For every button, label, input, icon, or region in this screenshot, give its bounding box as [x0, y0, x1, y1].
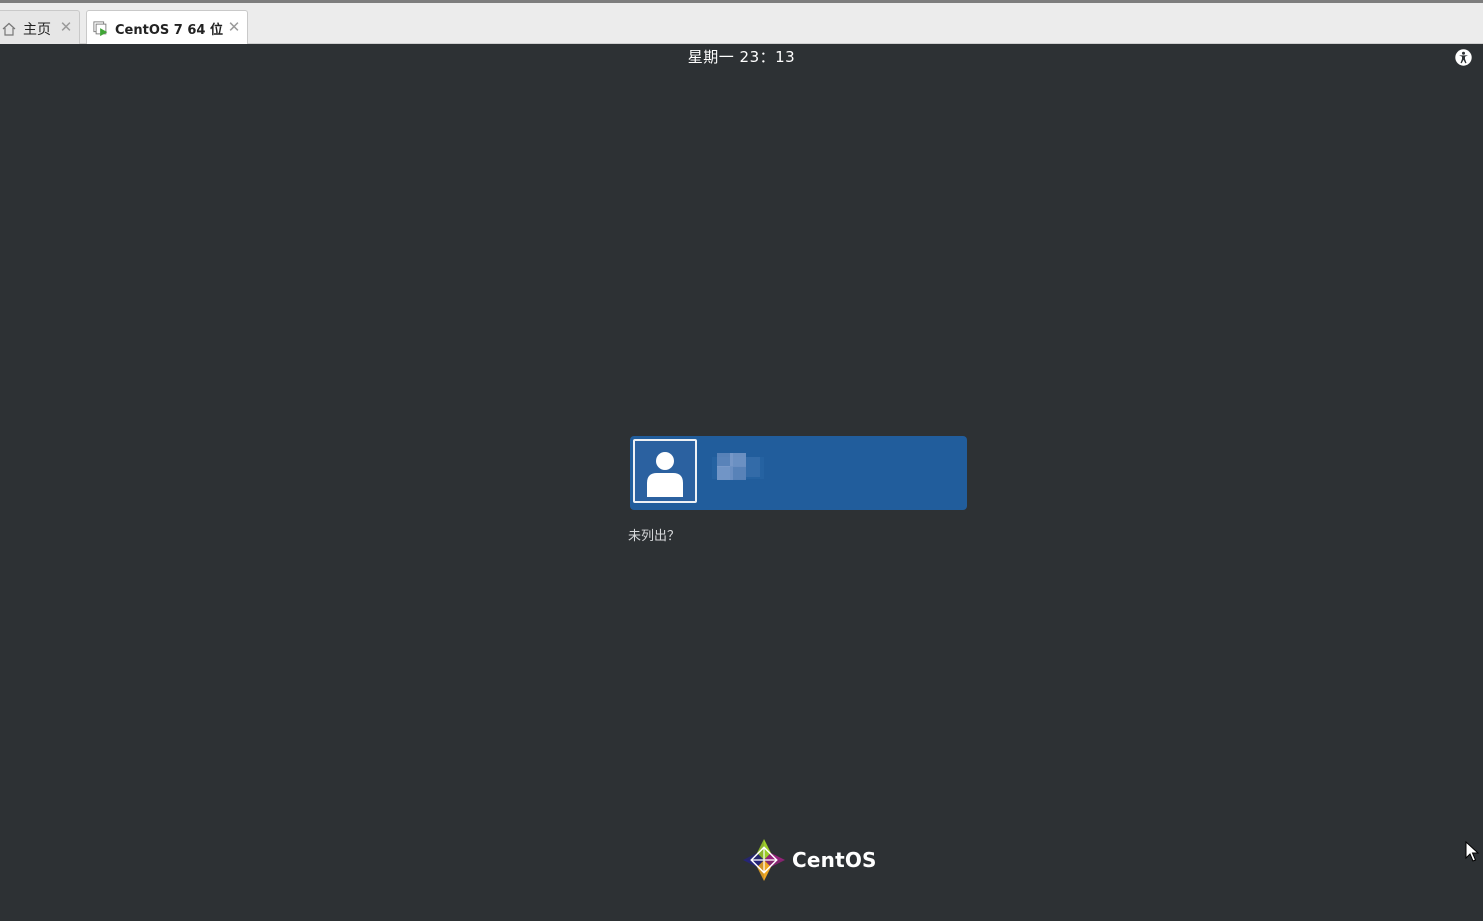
- centos-logo: CentOS: [742, 838, 877, 882]
- tab-bar: 主页 ✕ CentOS 7 64 位 ✕: [0, 0, 1483, 46]
- home-icon: [1, 21, 17, 37]
- username-redacted: [712, 451, 764, 485]
- user-avatar-icon: [633, 439, 697, 503]
- tab-home[interactable]: 主页 ✕: [0, 10, 80, 46]
- not-listed-link[interactable]: 未列出？: [628, 525, 680, 544]
- tab-centos-vm[interactable]: CentOS 7 64 位 ✕: [86, 10, 248, 46]
- tab-home-label: 主页: [23, 21, 51, 38]
- centos-logo-icon: [743, 839, 785, 881]
- close-icon[interactable]: ✕: [227, 20, 241, 35]
- vm-running-icon: [93, 20, 109, 37]
- top-bar-clock[interactable]: 星期一 23：13: [0, 46, 1483, 67]
- tab-centos-label: CentOS 7 64 位: [115, 23, 223, 38]
- accessibility-icon[interactable]: [1455, 49, 1472, 66]
- centos-logo-text: CentOS: [792, 848, 877, 872]
- mouse-cursor-icon: [1465, 840, 1480, 863]
- login-screen: 星期一 23：13 未列出？ CentOS: [0, 44, 1483, 921]
- close-icon[interactable]: ✕: [59, 20, 73, 35]
- user-list-item[interactable]: [630, 436, 967, 510]
